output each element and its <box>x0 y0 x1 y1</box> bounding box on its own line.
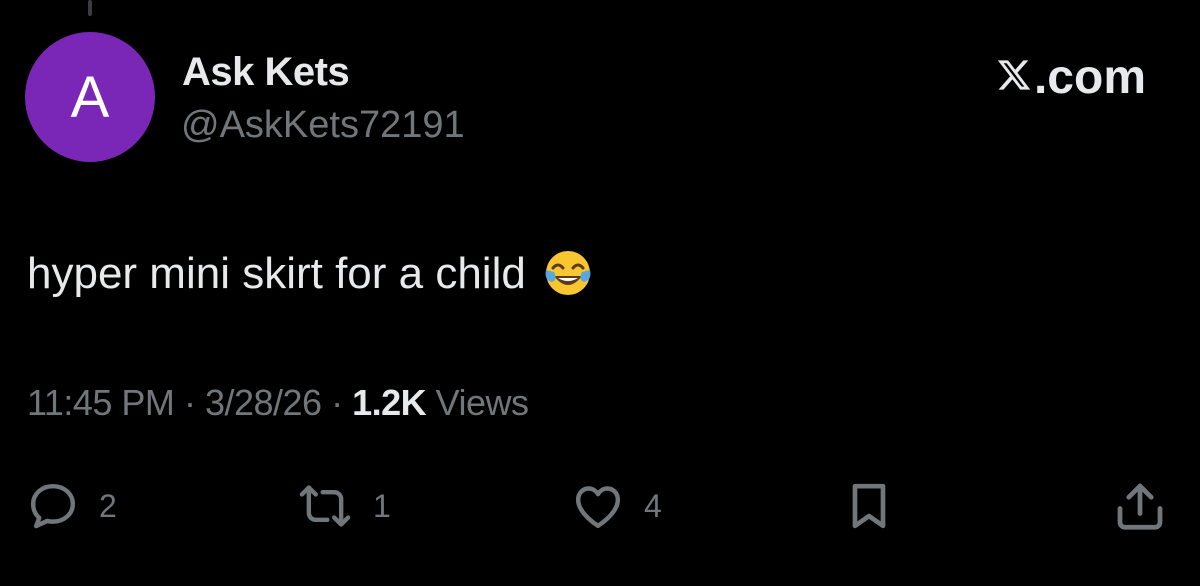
reply-count: 2 <box>99 487 117 524</box>
repost-button[interactable]: 1 <box>295 478 391 534</box>
author-name[interactable]: Ask Kets <box>182 50 350 95</box>
bookmark-button[interactable] <box>841 478 897 534</box>
tweet-time[interactable]: 11:45 PM <box>27 382 175 423</box>
repost-icon <box>295 478 355 534</box>
heart-icon <box>570 478 626 534</box>
views-label: Views <box>435 382 529 423</box>
avatar-letter: A <box>70 64 110 130</box>
meta-separator: · <box>183 382 205 423</box>
tweet-actions-bar: 2 1 4 <box>0 470 1200 540</box>
share-button[interactable] <box>1110 476 1170 536</box>
bookmark-icon <box>841 478 897 534</box>
tweet-date[interactable]: 3/28/26 <box>205 382 322 423</box>
like-count: 4 <box>644 487 662 524</box>
thread-connector-line <box>88 0 92 16</box>
brand-watermark: .com <box>996 50 1146 105</box>
author-handle[interactable]: @AskKets72191 <box>181 104 465 147</box>
tweet-body: hyper mini skirt for a child <box>27 248 594 300</box>
avatar[interactable]: A <box>25 32 155 162</box>
x-logo-icon <box>996 50 1032 105</box>
meta-separator: · <box>331 382 353 423</box>
tweet-text: hyper mini skirt for a child <box>27 249 526 298</box>
repost-count: 1 <box>373 487 391 524</box>
views-count: 1.2K <box>352 382 436 423</box>
reply-button[interactable]: 2 <box>25 478 117 534</box>
like-button[interactable]: 4 <box>570 478 662 534</box>
tweet-meta: 11:45 PM · 3/28/26 · 1.2K Views <box>27 382 529 424</box>
share-icon <box>1110 476 1170 536</box>
tears-of-joy-emoji-icon <box>542 248 594 300</box>
brand-label: .com <box>1033 51 1146 104</box>
reply-icon <box>25 478 81 534</box>
